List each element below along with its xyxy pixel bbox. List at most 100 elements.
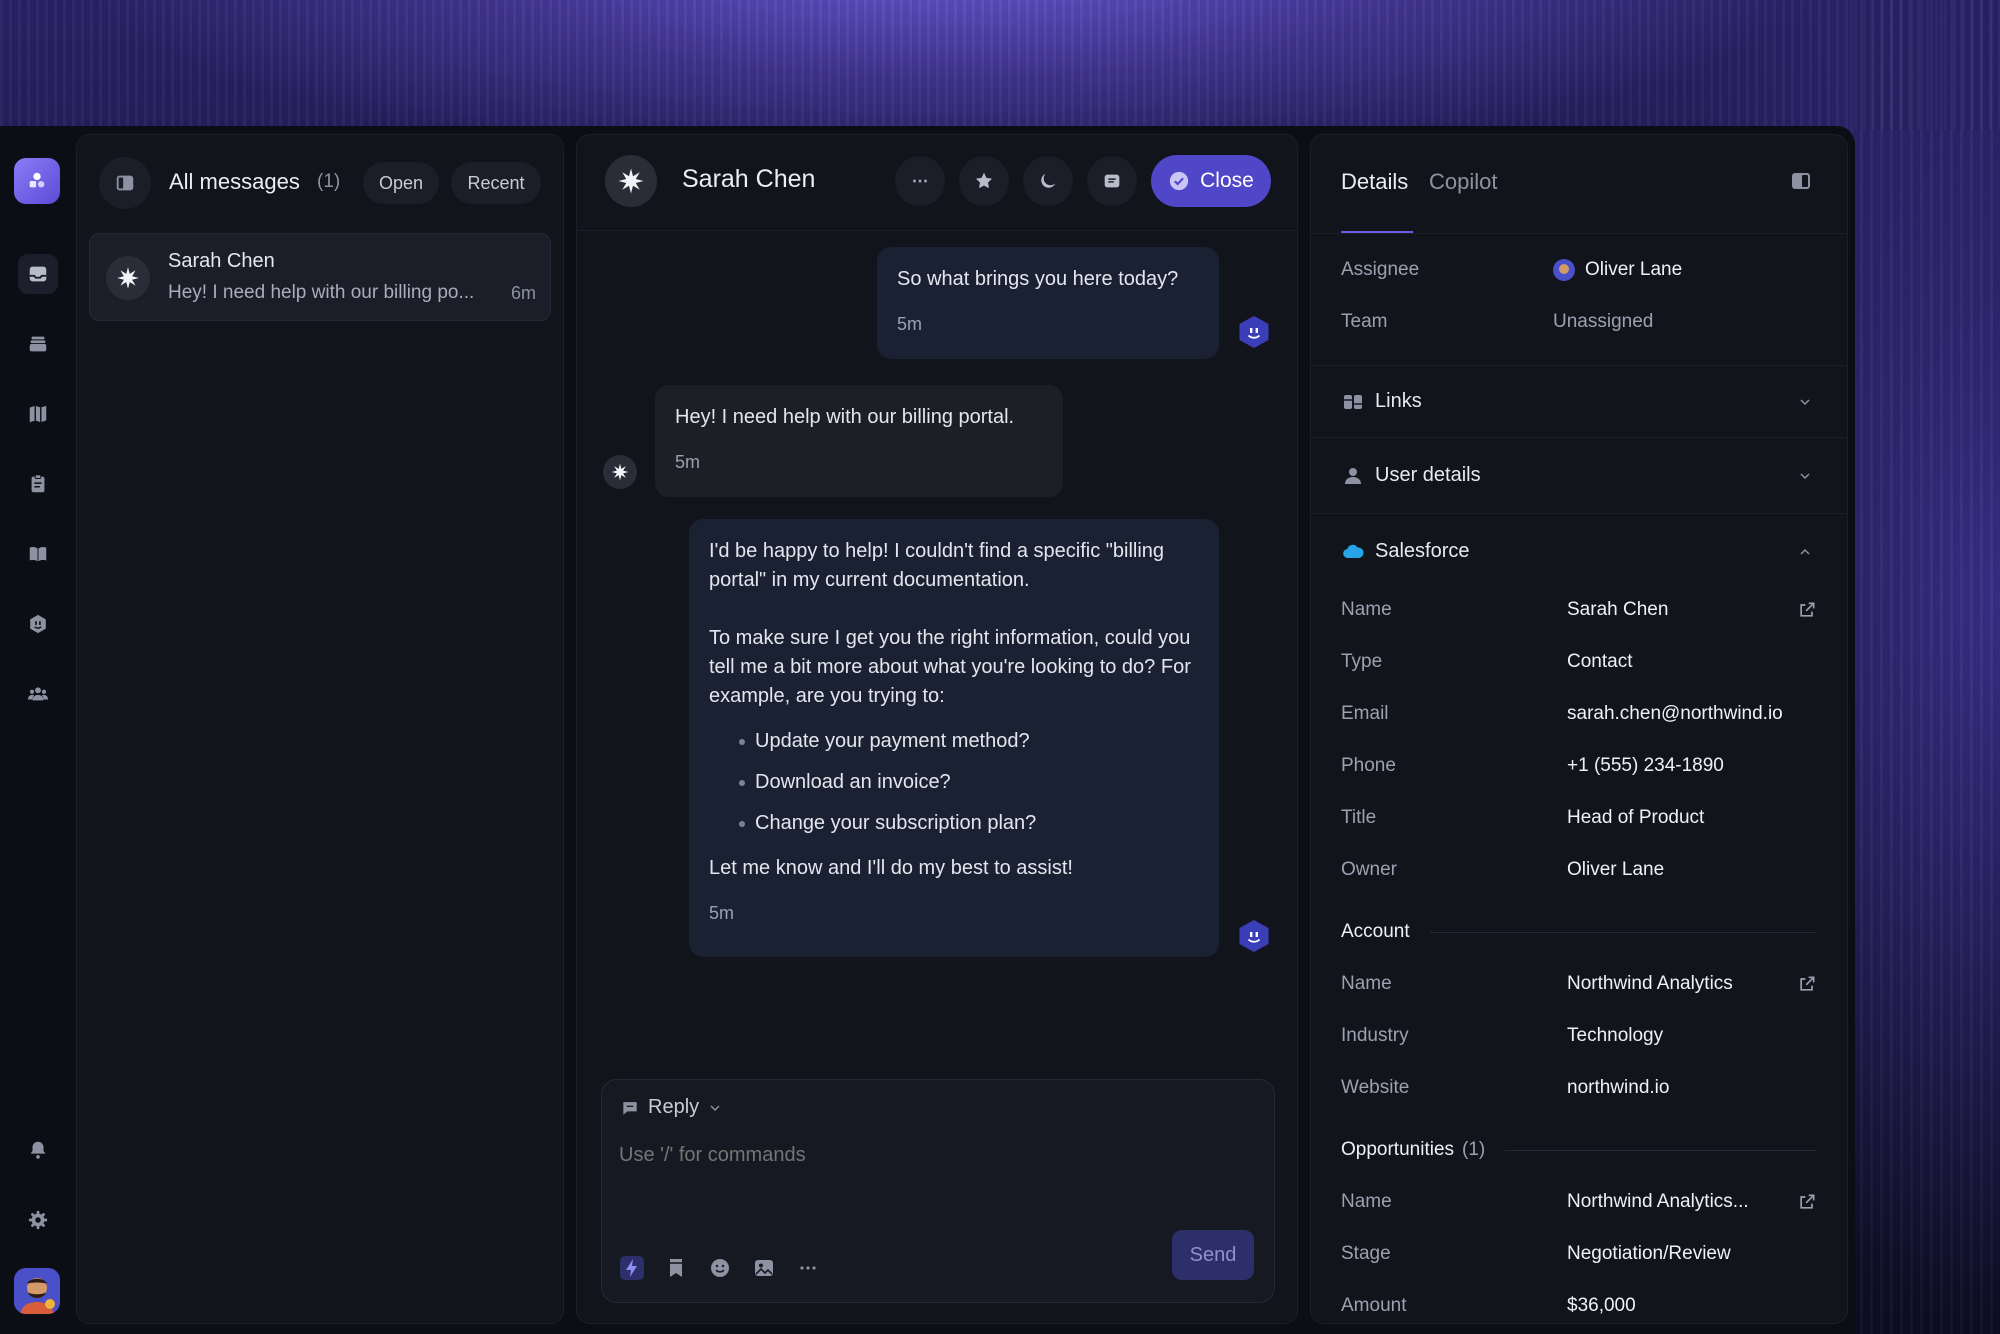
close-label: Close <box>1200 169 1254 192</box>
message-paragraph: I'd be happy to help! I couldn't find a … <box>709 540 1165 591</box>
map-icon[interactable] <box>18 394 58 434</box>
team-icon[interactable] <box>18 674 58 714</box>
check-circle-icon <box>1169 171 1189 191</box>
user-avatar[interactable] <box>14 1268 60 1314</box>
book-icon[interactable] <box>18 534 58 574</box>
noop <box>1185 1259 1209 1283</box>
conversation-info-button[interactable] <box>1087 156 1137 206</box>
chat-panel: Sarah Chen Close So what brings you here… <box>576 134 1298 1324</box>
tab-details[interactable]: Details <box>1341 169 1408 195</box>
opportunity-stage-row: Stage Negotiation/Review <box>1341 1243 1731 1264</box>
reply-input[interactable] <box>619 1138 1239 1172</box>
bell-icon[interactable] <box>18 1130 58 1170</box>
image-icon[interactable] <box>752 1256 776 1280</box>
opportunities-subheader: Opportunities (1) <box>1341 1135 1817 1165</box>
conversation-preview: Hey! I need help with our billing po... <box>168 282 475 303</box>
nav-rail <box>0 126 76 1334</box>
message-time: 5m <box>897 314 923 334</box>
reply-mode-label: Reply <box>648 1096 700 1118</box>
gear-icon[interactable] <box>18 1200 58 1240</box>
emoji-icon[interactable] <box>708 1256 732 1280</box>
message-time: 5m <box>675 452 701 472</box>
lightning-icon[interactable] <box>620 1256 644 1280</box>
contact-avatar-small <box>603 455 637 489</box>
conversation-time: 6m <box>510 283 536 303</box>
chevron-down-icon <box>1800 399 1810 406</box>
reply-composer: Reply Send <box>601 1079 1275 1303</box>
external-link-icon[interactable] <box>1797 600 1817 620</box>
account-industry-row: Industry Technology <box>1341 1025 1664 1046</box>
bot-avatar-icon <box>1239 920 1269 952</box>
salesforce-section-header[interactable]: Salesforce <box>1311 513 1847 589</box>
sparkle-icon <box>117 267 139 289</box>
close-conversation-button[interactable]: Close <box>1151 155 1271 207</box>
chat-bubble-icon <box>623 1101 637 1115</box>
message-bubble-agent: I'd be happy to help! I couldn't find a … <box>689 519 1219 957</box>
list-item: Download an invoice? <box>739 762 1199 803</box>
message-time: 5m <box>709 903 735 923</box>
list-item: Update your payment method? <box>739 721 1199 762</box>
external-link-icon[interactable] <box>1797 1192 1817 1212</box>
clipboard-icon[interactable] <box>18 464 58 504</box>
sf-contact-owner-row: Owner Oliver Lane <box>1341 859 1665 880</box>
external-link-icon[interactable] <box>1797 974 1817 994</box>
background-right-texture <box>1850 0 2000 1334</box>
filter-recent-button[interactable]: Recent <box>451 162 541 204</box>
opportunity-name-row: Name Northwind Analytics... <box>1341 1187 1817 1217</box>
star-icon <box>975 172 993 189</box>
chevron-down-icon <box>710 1104 720 1111</box>
assignee-row[interactable]: Assignee Oliver Lane <box>1341 255 1817 285</box>
sparkle-icon <box>618 168 644 194</box>
account-subheader: Account <box>1341 917 1817 947</box>
archive-icon[interactable] <box>18 324 58 364</box>
background-top-texture <box>0 0 2000 130</box>
opportunity-amount-row: Amount $36,000 <box>1341 1295 1636 1316</box>
snooze-button[interactable] <box>1023 156 1073 206</box>
user-details-section-header[interactable]: User details <box>1311 437 1847 513</box>
message-paragraph: Let me know and I'll do my best to assis… <box>709 857 1073 879</box>
sf-contact-title-row: Title Head of Product <box>1341 807 1705 828</box>
sparkle-icon <box>611 463 629 481</box>
bot-avatar-icon <box>1239 316 1269 348</box>
conversation-list-panel: All messages (1) Open Recent Sarah Chen … <box>76 134 564 1324</box>
more-icon[interactable] <box>796 1256 820 1280</box>
contact-name: Sarah Chen <box>682 165 816 193</box>
app-window: All messages (1) Open Recent Sarah Chen … <box>0 126 1855 1334</box>
list-title: All messages <box>169 169 300 194</box>
message-paragraph: To make sure I get you the right informa… <box>709 627 1191 707</box>
panel-toggle-icon[interactable] <box>1789 169 1813 193</box>
sf-contact-type-row: Type Contact <box>1341 651 1633 672</box>
moon-icon <box>1041 173 1056 188</box>
message-text: So what brings you here today? <box>897 268 1179 290</box>
toggle-sidebar-button[interactable] <box>99 157 151 209</box>
sf-contact-email-row: Email sarah.chen@northwind.io <box>1341 703 1783 724</box>
contact-avatar <box>605 155 657 207</box>
tab-copilot[interactable]: Copilot <box>1429 169 1497 195</box>
sf-contact-name-row: Name Sarah Chen <box>1341 595 1817 625</box>
contact-avatar <box>106 256 150 300</box>
app-logo-icon[interactable] <box>14 158 60 204</box>
links-section-header[interactable]: Links <box>1311 365 1847 437</box>
message-text: Hey! I need help with our billing portal… <box>675 406 1015 428</box>
bot-icon[interactable] <box>18 604 58 644</box>
list-item: Change your subscription plan? <box>739 803 1199 844</box>
message-bullet-list: Update your payment method? Download an … <box>739 721 1199 844</box>
more-button[interactable] <box>895 156 945 206</box>
list-item[interactable]: Sarah Chen Hey! I need help with our bil… <box>89 233 551 321</box>
reply-mode-selector[interactable]: Reply <box>620 1096 723 1119</box>
message-bubble-agent: So what brings you here today? 5m <box>877 247 1219 359</box>
inbox-icon[interactable] <box>18 254 58 294</box>
list-count: (1) <box>317 171 341 192</box>
sidebar-icon <box>116 175 134 191</box>
details-panel: Details Copilot Assignee Oliver Lane Tea… <box>1310 134 1848 1324</box>
account-name-row: Name Northwind Analytics <box>1341 969 1817 999</box>
filter-open-button[interactable]: Open <box>363 162 439 204</box>
more-icon <box>913 179 927 183</box>
sf-contact-phone-row: Phone +1 (555) 234-1890 <box>1341 755 1724 776</box>
bookmark-icon[interactable] <box>664 1256 688 1280</box>
team-row[interactable]: Team Unassigned <box>1341 307 1817 337</box>
star-button[interactable] <box>959 156 1009 206</box>
user-icon <box>1345 468 1361 484</box>
chevron-up-icon <box>1800 548 1810 555</box>
links-icon <box>1344 395 1362 409</box>
